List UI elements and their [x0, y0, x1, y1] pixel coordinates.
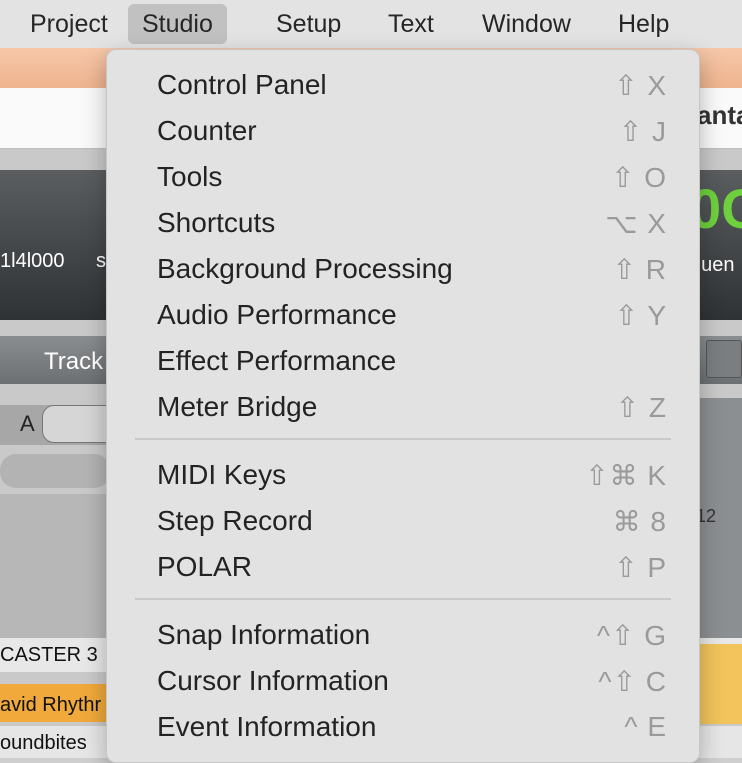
shortcut-label: ⇧ Z — [615, 392, 667, 423]
menu-item-effect-performance[interactable]: Effect Performance — [107, 338, 699, 384]
menu-item-label: Cursor Information — [157, 665, 389, 696]
menu-text[interactable]: Text — [374, 4, 448, 44]
counter-display: 1l4l000 — [0, 250, 65, 272]
menu-item-cursor-information[interactable]: Cursor Information ^⇧ C — [107, 658, 699, 704]
menu-item-label: Shortcuts — [157, 207, 276, 238]
menu-item-snap-information[interactable]: Snap Information ^⇧ G — [107, 612, 699, 658]
menu-item-meter-bridge[interactable]: Meter Bridge ⇧ Z — [107, 384, 699, 430]
menu-separator — [135, 438, 671, 440]
menu-separator — [135, 598, 671, 600]
shortcut-label: ⇧ J — [618, 116, 667, 147]
menu-item-step-record[interactable]: Step Record ⌘ 8 — [107, 498, 699, 544]
shortcut-label: ⌥ X — [605, 208, 667, 239]
background-title: anta — [697, 100, 742, 130]
studio-dropdown-menu: Control Panel ⇧ X Counter ⇧ J Tools ⇧ O … — [106, 49, 700, 763]
menu-item-label: Step Record — [157, 505, 313, 536]
shortcut-label: ^⇧ G — [596, 620, 667, 651]
shortcut-label: ⇧ P — [614, 552, 667, 583]
menu-item-label: Effect Performance — [157, 345, 397, 376]
menu-item-counter[interactable]: Counter ⇧ J — [107, 108, 699, 154]
counter-unit: s — [96, 250, 106, 272]
shortcut-label: ^ E — [624, 711, 667, 742]
menu-item-midi-keys[interactable]: MIDI Keys ⇧⌘ K — [107, 452, 699, 498]
menu-item-label: Audio Performance — [157, 299, 397, 330]
menu-item-control-panel[interactable]: Control Panel ⇧ X — [107, 62, 699, 108]
track-name: avid Rhythr — [0, 694, 102, 716]
menu-item-background-processing[interactable]: Background Processing ⇧ R — [107, 246, 699, 292]
menu-item-label: Control Panel — [157, 69, 327, 100]
menu-item-audio-performance[interactable]: Audio Performance ⇧ Y — [107, 292, 699, 338]
menu-setup[interactable]: Setup — [262, 4, 355, 44]
shortcut-label: ⌘ 8 — [612, 506, 667, 537]
shortcut-label: ⇧⌘ K — [585, 460, 667, 491]
shortcut-label: ^⇧ C — [598, 666, 667, 697]
shortcut-label: ⇧ X — [614, 70, 667, 101]
menu-bar: Project Studio Setup Text Window Help — [0, 0, 742, 49]
menu-window[interactable]: Window — [468, 4, 585, 44]
track-name: CASTER 3 — [0, 644, 98, 666]
menu-item-tools[interactable]: Tools ⇧ O — [107, 154, 699, 200]
menu-item-event-information[interactable]: Event Information ^ E — [107, 704, 699, 750]
menu-item-shortcuts[interactable]: Shortcuts ⌥ X — [107, 200, 699, 246]
menu-item-label: POLAR — [157, 551, 252, 582]
a-label: A — [20, 411, 35, 436]
track-tab[interactable]: Track — [44, 348, 103, 376]
menu-studio[interactable]: Studio — [128, 4, 227, 44]
menu-project[interactable]: Project — [16, 4, 122, 44]
menu-item-label: Counter — [157, 115, 257, 146]
menu-item-label: Event Information — [157, 711, 377, 742]
track-name: oundbites — [0, 732, 87, 754]
shortcut-label: ⇧ R — [612, 254, 667, 285]
menu-item-label: Background Processing — [157, 253, 453, 284]
slider-track[interactable] — [0, 454, 110, 488]
menu-item-polar[interactable]: POLAR ⇧ P — [107, 544, 699, 590]
menu-item-label: Snap Information — [157, 619, 371, 650]
menu-item-label: Meter Bridge — [157, 391, 318, 422]
waveform-clip — [700, 644, 742, 724]
shortcut-label: ⇧ Y — [614, 300, 667, 331]
panel-button[interactable] — [706, 340, 742, 378]
shortcut-label: ⇧ O — [610, 162, 667, 193]
menu-item-label: Tools — [157, 161, 223, 192]
menu-item-label: MIDI Keys — [157, 459, 287, 490]
menu-help[interactable]: Help — [604, 4, 683, 44]
